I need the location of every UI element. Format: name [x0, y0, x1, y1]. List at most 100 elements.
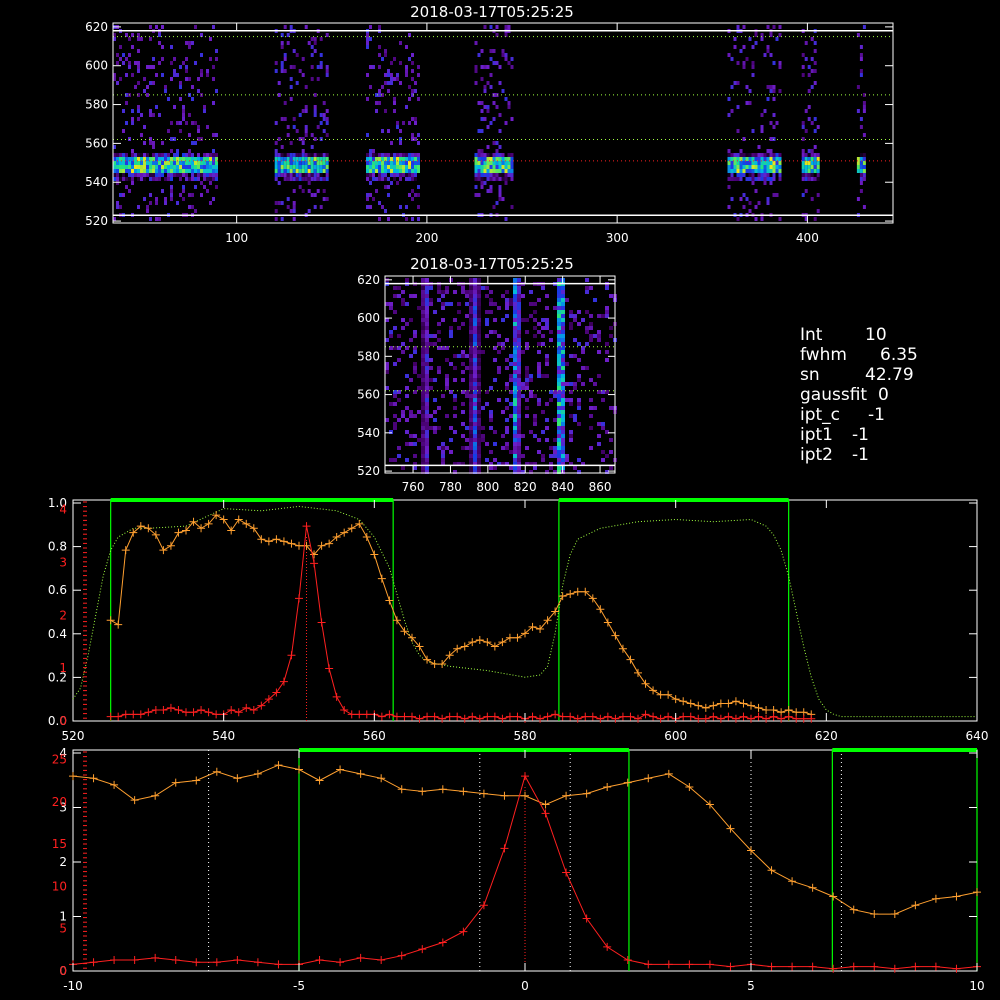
top-image-pixel [489, 73, 493, 77]
top-image-pixel [280, 65, 284, 69]
top-image-pixel [495, 165, 499, 169]
top-image-pixel [414, 193, 417, 197]
top-image-pixel [801, 153, 805, 157]
top-image-pixel [215, 161, 218, 165]
red-profile-point [716, 714, 725, 723]
zoom-image-pixel [513, 334, 517, 338]
info-value-gaussfit: 0 [878, 385, 889, 405]
top-image-pixel [754, 153, 758, 157]
zoom-image-pixel [477, 294, 481, 298]
top-image-pixel [301, 149, 305, 153]
top-image-pixel [856, 169, 860, 173]
top-image-pixel [149, 109, 152, 113]
top-image-pixel [295, 81, 299, 85]
top-image-pixel [480, 49, 484, 53]
top-image-pixel [393, 101, 396, 105]
top-image-pixel [149, 137, 152, 141]
wavelength-x-tick-label: 540 [212, 729, 235, 743]
top-image-pixel [399, 165, 402, 169]
zoom-image-pixel [553, 446, 557, 450]
top-image-pixel [387, 153, 390, 157]
orange-profile-point [686, 699, 695, 708]
top-image-pixel [507, 165, 511, 169]
top-image-pixel [158, 41, 161, 45]
zoom-image-pixel [481, 426, 485, 430]
top-image-pixel [188, 177, 191, 181]
zoom-image-pixel [557, 366, 561, 370]
top-image-pixel [325, 197, 329, 201]
top-image-pixel [498, 129, 502, 133]
top-image-pixel [212, 197, 215, 201]
top-image-pixel [399, 129, 402, 133]
zoom-image-pixel [425, 322, 429, 326]
top-image-pixel [859, 69, 863, 73]
top-image-pixel [164, 161, 167, 165]
top-image-pixel [125, 57, 128, 61]
top-image-pixel [778, 177, 782, 181]
top-image-pixel [215, 133, 218, 137]
top-image-pixel [164, 85, 167, 89]
zoom-image-pixel [517, 350, 521, 354]
top-image-pixel [280, 161, 284, 165]
top-image-pixel [775, 165, 779, 169]
zoom-image-pixel [433, 398, 437, 402]
zoom-image-pixel [477, 382, 481, 386]
offset-orange-point [582, 789, 591, 798]
top-image-pixel [390, 141, 393, 145]
zoom-image-pixel [513, 298, 517, 302]
top-image-pixel [137, 165, 140, 169]
zoom-image-pixel [453, 394, 457, 398]
top-image-pixel [212, 101, 215, 105]
top-image-pixel [859, 181, 863, 185]
top-image-pixel [182, 153, 185, 157]
top-image-pixel [745, 85, 749, 89]
top-image-pixel [387, 89, 390, 93]
top-image-pixel [399, 177, 402, 181]
top-image-pixel [122, 53, 125, 57]
zoom-image-pixel [473, 466, 477, 470]
top-image-pixel [277, 201, 281, 205]
top-image-pixel [405, 177, 408, 181]
top-image-pixel [158, 217, 161, 221]
zoom-image-pixel [557, 278, 561, 282]
zoom-image-pixel [385, 386, 389, 390]
top-image-pixel [730, 197, 734, 201]
top-image-pixel [414, 137, 417, 141]
zoom-image-pixel [461, 322, 465, 326]
top-image-pixel [399, 41, 402, 45]
top-image-pixel [480, 101, 484, 105]
zoom-image-pixel [465, 366, 469, 370]
top-image-pixel [188, 45, 191, 49]
top-image-pixel [474, 41, 478, 45]
top-image-pixel [295, 153, 299, 157]
top-image-pixel [316, 77, 320, 81]
zoom-image-pixel [505, 358, 509, 362]
top-image-pixel [504, 173, 508, 177]
top-image-pixel [191, 173, 194, 177]
top-image-pixel [411, 77, 414, 81]
zoom-image-x-tick-label: 820 [514, 480, 537, 494]
zoom-image-pixel [445, 414, 449, 418]
orange-profile-point [656, 690, 665, 699]
top-image-pixel [742, 61, 746, 65]
zoom-image-pixel [405, 430, 409, 434]
top-image-pixel [778, 89, 782, 93]
red-profile-point [453, 712, 462, 721]
zoom-image-pixel [609, 326, 613, 330]
top-image-pixel [316, 189, 320, 193]
top-image-pixel [390, 73, 393, 77]
wavelength-x-tick-label: 640 [966, 729, 989, 743]
zoom-image-pixel [421, 402, 425, 406]
zoom-image-pixel [477, 394, 481, 398]
offset-red-point [315, 956, 324, 965]
top-image-pixel [504, 25, 508, 29]
top-image-pixel [366, 133, 369, 137]
zoom-image-pixel [465, 394, 469, 398]
zoom-image-pixel [497, 334, 501, 338]
top-image-pixel [134, 157, 137, 161]
top-image-pixel [369, 85, 372, 89]
top-image-pixel [375, 109, 378, 113]
top-image-pixel [185, 77, 188, 81]
top-image-pixel [486, 153, 490, 157]
zoom-image-pixel [421, 362, 425, 366]
